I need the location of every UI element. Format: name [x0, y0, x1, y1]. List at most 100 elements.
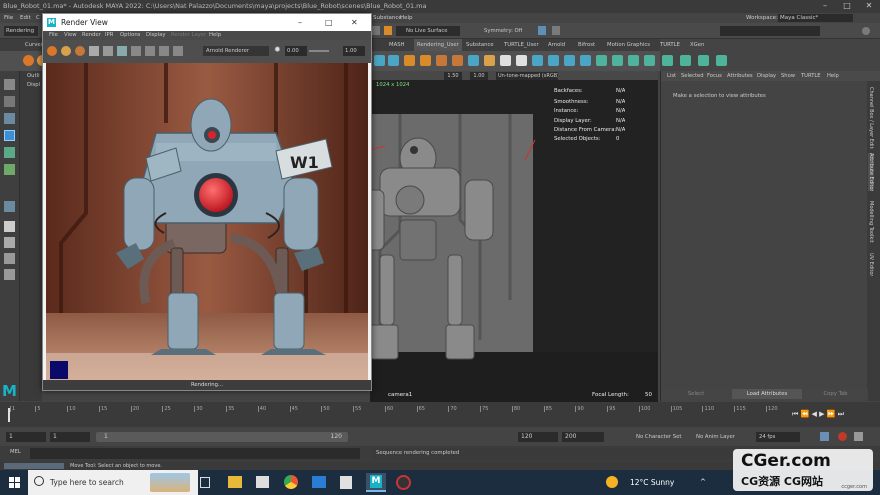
lasso-tool-icon[interactable]: [4, 96, 15, 107]
shelf-icon-9[interactable]: [500, 55, 511, 66]
shelf-tab-substance[interactable]: Substance: [466, 39, 494, 51]
viewport-field-1[interactable]: 1.50: [444, 72, 462, 80]
side-tab-attribute-editor[interactable]: Attribute Editor: [868, 153, 874, 192]
ae-menu-turtle[interactable]: TURTLE: [801, 71, 821, 81]
gamma-field[interactable]: 1.00: [343, 46, 365, 56]
ae-menu-focus[interactable]: Focus: [707, 71, 722, 81]
rv-menu-ipr[interactable]: IPR: [105, 31, 113, 40]
play-back-icon[interactable]: ◀: [812, 410, 817, 418]
render-frame-icon[interactable]: [47, 46, 57, 56]
step-back-icon[interactable]: ⏪: [801, 410, 810, 418]
go-to-end-icon[interactable]: ⏭: [838, 410, 844, 418]
play-forward-icon[interactable]: ▶: [819, 410, 824, 418]
shelf-icon-8[interactable]: [484, 55, 495, 66]
shelf-icon-1[interactable]: [374, 55, 385, 66]
render-sphere-icon[interactable]: [23, 55, 34, 66]
shelf-icon-14[interactable]: [580, 55, 591, 66]
paint-tool-icon[interactable]: [4, 113, 15, 124]
ae-copy-tab-button[interactable]: Copy Tab: [803, 389, 868, 399]
tool-icon-7[interactable]: [4, 201, 15, 212]
shelf-icon-15[interactable]: [596, 55, 607, 66]
shelf-icon-11[interactable]: [532, 55, 543, 66]
ipr-render-icon[interactable]: [61, 46, 71, 56]
shelf-icon-21[interactable]: [698, 55, 709, 66]
taskbar-search-box[interactable]: Type here to search: [28, 470, 198, 495]
outliner-layout-icon[interactable]: [4, 269, 15, 280]
color-management-select[interactable]: Un-tone-mapped (sRGB): [496, 72, 558, 80]
end-time-field[interactable]: 200: [562, 432, 604, 442]
move-tool-icon[interactable]: [4, 130, 15, 141]
keep-image-icon[interactable]: [159, 46, 169, 56]
shelf-icon-5[interactable]: [436, 55, 447, 66]
persp-viewport[interactable]: 1024 x 1024 Backfaces: N/A Smoothness: N…: [370, 80, 658, 402]
mail-icon[interactable]: [312, 476, 326, 488]
rv-maximize-icon[interactable]: □: [325, 14, 333, 31]
file-explorer-icon[interactable]: [228, 476, 242, 488]
shelf-icon-7[interactable]: [468, 55, 479, 66]
shelf-tab-bifrost[interactable]: Bifrost: [578, 39, 595, 51]
notepad-icon[interactable]: [340, 476, 352, 489]
exposure-field[interactable]: 0.00: [285, 46, 307, 56]
rv-minimize-icon[interactable]: –: [298, 14, 302, 31]
outliner-display[interactable]: Displ: [27, 82, 40, 88]
rgb-icon[interactable]: [117, 46, 127, 56]
shelf-icon-18[interactable]: [644, 55, 655, 66]
menu-edit[interactable]: Edit: [20, 13, 31, 23]
playback-end-field[interactable]: 120: [518, 432, 558, 442]
shelf-icon-13[interactable]: [564, 55, 575, 66]
ae-select-button[interactable]: Select: [661, 389, 731, 399]
range-bar[interactable]: 1 120: [96, 432, 348, 442]
shelf-tab-turtle[interactable]: TURTLE: [660, 39, 680, 51]
ae-menu-list[interactable]: List: [667, 71, 676, 81]
side-tab-channel-box[interactable]: Channel Box / Layer Editor: [868, 87, 874, 149]
shelf-icon-10[interactable]: [516, 55, 527, 66]
task-view-icon[interactable]: [200, 477, 210, 488]
shelf-tab-motion-graphics[interactable]: Motion Graphics: [607, 39, 650, 51]
select-tool-icon[interactable]: [4, 79, 15, 90]
refresh-ipr-icon[interactable]: [75, 46, 85, 56]
exposure-slider[interactable]: [309, 50, 329, 52]
menu-create[interactable]: C: [36, 13, 40, 23]
prefs-icon[interactable]: [854, 432, 863, 441]
magnet-icon[interactable]: [372, 26, 380, 35]
rv-menu-file[interactable]: File: [49, 31, 58, 40]
shelf-icon-16[interactable]: [612, 55, 623, 66]
shelf-icon-6[interactable]: [452, 55, 463, 66]
windows-start-icon[interactable]: [9, 477, 20, 488]
ae-menu-attributes[interactable]: Attributes: [727, 71, 753, 81]
live-surface-field[interactable]: No Live Surface: [396, 26, 460, 36]
ae-menu-help[interactable]: Help: [827, 71, 839, 81]
target-icon[interactable]: [384, 26, 392, 35]
rv-menu-render[interactable]: Render: [82, 31, 101, 40]
shelf-tab-rendering-user[interactable]: Rendering_User: [414, 39, 462, 51]
shelf-icon-3[interactable]: [404, 55, 415, 66]
step-forward-icon[interactable]: ⏩: [827, 410, 836, 418]
maximize-icon[interactable]: □: [836, 0, 858, 13]
shelf-tab-arnold[interactable]: Arnold: [548, 39, 565, 51]
go-to-start-icon[interactable]: ⏮: [792, 410, 798, 418]
layout-four-icon[interactable]: [4, 237, 15, 248]
sculpt-icon[interactable]: [538, 26, 546, 35]
scale-tool-icon[interactable]: [4, 164, 15, 175]
alpha-icon[interactable]: [131, 46, 141, 56]
shelf-icon-22[interactable]: [716, 55, 727, 66]
menuset-select[interactable]: Rendering: [4, 26, 38, 36]
ae-load-attributes-button[interactable]: Load Attributes: [732, 389, 802, 399]
autokey-icon[interactable]: [838, 432, 847, 441]
workspace-select[interactable]: Maya Classic*: [778, 14, 853, 22]
obs-icon[interactable]: [396, 475, 411, 490]
shelf-icon-12[interactable]: [548, 55, 559, 66]
menu-help[interactable]: Help: [400, 13, 413, 23]
ae-menu-show[interactable]: Show: [781, 71, 795, 81]
weather-text[interactable]: 12°C Sunny: [630, 478, 674, 487]
rv-close-icon[interactable]: ✕: [351, 14, 358, 31]
store-icon[interactable]: [256, 476, 269, 488]
maya-task-icon[interactable]: M: [366, 473, 386, 492]
render-view-title-bar[interactable]: M Render View – □ ✕: [43, 14, 371, 31]
shelf-tab-mash[interactable]: MASH: [389, 39, 405, 51]
ae-menu-display[interactable]: Display: [757, 71, 776, 81]
quick-search-field[interactable]: [720, 26, 820, 36]
menu-substance[interactable]: Substance: [373, 13, 402, 23]
shelf-tab-curves[interactable]: Curves: [25, 39, 43, 51]
time-slider[interactable]: 1 5 10 15 20 25 30 35 40 45 50 55 60 65 70 75 80 85 90 95 10…: [0, 402, 880, 427]
